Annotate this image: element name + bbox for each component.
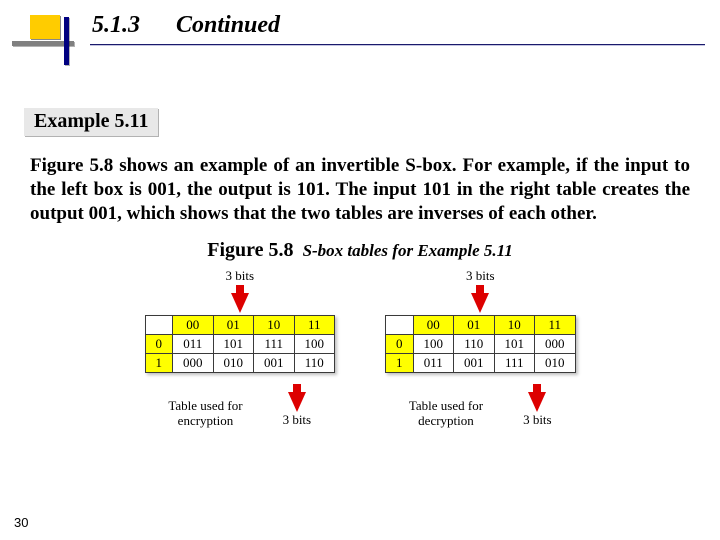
slide-header: 5.1.3 Continued: [0, 0, 720, 72]
title-underline: [90, 44, 705, 45]
bits-label-bottom-left: 3 bits: [283, 412, 312, 428]
arrow-icon: [236, 285, 244, 293]
decryption-unit: 3 bits 00 01 10 11 0 100 110 101 000 1 0…: [385, 268, 576, 428]
bits-label-bottom-right: 3 bits: [523, 412, 552, 428]
section-number: 5.1.3: [92, 12, 140, 39]
arrow-icon: [476, 285, 484, 293]
arrow-icon: [293, 384, 301, 392]
arrow-down-icon: [471, 293, 489, 313]
sbox-diagram: 3 bits 00 01 10 11 0 011 101 111 100 1 0…: [0, 268, 720, 428]
figure-description: S-box tables for Example 5.11: [303, 241, 513, 260]
example-label: Example 5.11: [24, 108, 158, 136]
page-number: 30: [14, 515, 28, 530]
arrow-down-icon: [231, 293, 249, 313]
arrow-down-icon: [288, 392, 306, 412]
arrow-down-icon: [528, 392, 546, 412]
body-paragraph: Figure 5.8 shows an example of an invert…: [30, 154, 690, 225]
decryption-table: 00 01 10 11 0 100 110 101 000 1 011 001 …: [385, 315, 576, 373]
header-logo: [30, 15, 60, 39]
encryption-unit: 3 bits 00 01 10 11 0 011 101 111 100 1 0…: [145, 268, 336, 428]
encryption-table: 00 01 10 11 0 011 101 111 100 1 000 010 …: [145, 315, 336, 373]
bits-label-top-left: 3 bits: [225, 268, 254, 284]
figure-caption: Figure 5.8 S-box tables for Example 5.11: [0, 239, 720, 262]
arrow-icon: [533, 384, 541, 392]
figure-number: Figure 5.8: [207, 239, 293, 261]
encryption-caption: Table used for encryption: [168, 399, 242, 428]
decryption-caption: Table used for decryption: [409, 399, 483, 428]
bits-label-top-right: 3 bits: [466, 268, 495, 284]
section-title: Continued: [176, 12, 280, 39]
